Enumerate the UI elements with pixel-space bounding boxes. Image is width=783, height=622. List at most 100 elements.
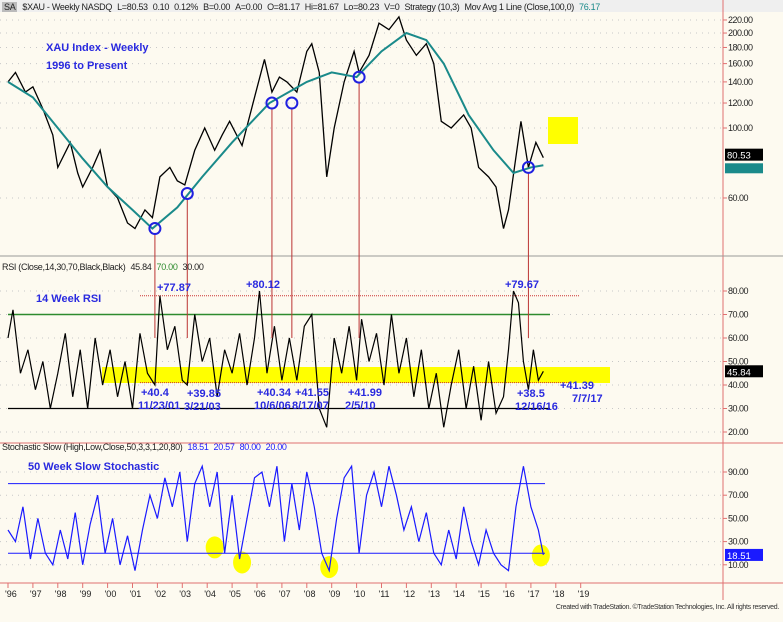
rsi-last-tag: 45.84 bbox=[727, 367, 751, 378]
rsi-annotation-value: +39.85 bbox=[187, 388, 221, 400]
rsi-tick-label: 30.00 bbox=[728, 404, 749, 414]
stoch-os: 20.00 bbox=[265, 442, 287, 452]
rsi-annotation-value: +40.4 bbox=[141, 387, 170, 399]
rsi-annotation-value: +41.55 bbox=[295, 387, 329, 399]
rsi-annotation-value: +41.39 bbox=[560, 380, 594, 392]
x-tick-label: '11 bbox=[379, 589, 390, 599]
rsi-os: 30.00 bbox=[182, 262, 204, 272]
price-tick-label: 180.00 bbox=[728, 42, 753, 52]
stoch-last-tag: 18.51 bbox=[727, 551, 751, 562]
rsi-annotation-date: 11/23/01 bbox=[138, 400, 180, 412]
pct-change: 0.12% bbox=[174, 2, 199, 12]
rsi-tick-label: 50.00 bbox=[728, 357, 749, 367]
price-header: SA $XAU - Weekly NASDQ L=80.53 0.10 0.12% B=0… bbox=[2, 2, 605, 12]
x-tick-label: '17 bbox=[528, 589, 540, 599]
x-tick-label: '02 bbox=[154, 589, 166, 599]
rsi-label: RSI (Close,14,30,70,Black,Black) bbox=[2, 262, 126, 272]
stoch-tick-label: 30.00 bbox=[728, 537, 749, 547]
credit: Created with TradeStation. ©TradeStation… bbox=[555, 604, 779, 611]
x-tick-label: '96 bbox=[5, 589, 17, 599]
rsi-title: 14 Week RSI bbox=[36, 293, 101, 305]
x-tick-label: '16 bbox=[503, 589, 515, 599]
ma-value: 76.17 bbox=[578, 2, 601, 12]
symbol-title: $XAU - Weekly NASDQ bbox=[22, 2, 113, 12]
x-tick-label: '15 bbox=[478, 589, 490, 599]
strategy-label: Strategy (10,3) bbox=[404, 2, 460, 12]
symbol-badge[interactable]: SA bbox=[2, 2, 18, 12]
stoch-tick-label: 50.00 bbox=[728, 513, 749, 523]
price-tick-label: 220.00 bbox=[728, 15, 753, 25]
rsi-annotation-date: 12/16/16 bbox=[515, 401, 558, 413]
bid: B=0.00 bbox=[203, 2, 231, 12]
x-tick-label: '08 bbox=[304, 589, 316, 599]
price-title: XAU Index - Weekly bbox=[46, 42, 149, 54]
x-tick-label: '00 bbox=[105, 589, 117, 599]
x-tick-label: '10 bbox=[354, 589, 366, 599]
x-tick-label: '07 bbox=[279, 589, 291, 599]
rsi-tick-label: 20.00 bbox=[728, 427, 749, 437]
price-tick-label: 140.00 bbox=[728, 77, 753, 87]
x-tick-label: '12 bbox=[403, 589, 415, 599]
rsi-tick-label: 80.00 bbox=[728, 286, 749, 296]
rsi-annotation-date: 7/7/17 bbox=[572, 393, 603, 405]
rsi-tick-label: 60.00 bbox=[728, 333, 749, 343]
high: Hi=81.67 bbox=[304, 2, 339, 12]
rsi-tick-label: 70.00 bbox=[728, 310, 749, 320]
x-tick-label: '09 bbox=[329, 589, 341, 599]
x-tick-label: '14 bbox=[453, 589, 465, 599]
volume: V=0 bbox=[384, 2, 400, 12]
tradestation-chart: 220.00 200.00 180.00 160.00 140.00 120.00 100.… bbox=[0, 0, 783, 622]
stoch-highlight bbox=[205, 536, 224, 559]
rsi-annotation-value: +77.87 bbox=[157, 282, 191, 294]
stochastic-series bbox=[7, 464, 544, 573]
price-tick-label: 200.00 bbox=[728, 28, 753, 38]
chart-svg[interactable]: 220.00 200.00 180.00 160.00 140.00 120.00 100.… bbox=[0, 0, 783, 622]
x-tick-label: '98 bbox=[55, 589, 67, 599]
stoch-ob: 80.00 bbox=[239, 442, 261, 452]
rsi-annotation-value: +41.99 bbox=[348, 387, 382, 399]
rsi-tick-label: 40.00 bbox=[728, 380, 749, 390]
x-tick-label: '13 bbox=[428, 589, 440, 599]
stoch-header: Stochastic Slow (High,Low,Close,50,3,3,1… bbox=[2, 442, 292, 452]
stoch-label: Stochastic Slow (High,Low,Close,50,3,3,1… bbox=[2, 442, 183, 452]
x-tick-label: '19 bbox=[578, 589, 590, 599]
x-tick-label: '05 bbox=[229, 589, 241, 599]
stoch-k: 18.51 bbox=[187, 442, 209, 452]
stoch-d: 20.57 bbox=[213, 442, 235, 452]
rsi-annotation-value: +40.34 bbox=[257, 387, 292, 399]
stoch-tick-label: 90.00 bbox=[728, 467, 749, 477]
x-tick-label: '18 bbox=[553, 589, 565, 599]
low: Lo=80.23 bbox=[343, 2, 380, 12]
x-tick-label: '01 bbox=[130, 589, 142, 599]
rsi-annotation-value: +38.5 bbox=[517, 388, 545, 400]
rsi-annotation-value: +80.12 bbox=[246, 279, 280, 291]
rsi-annotation-date: 3/21/03 bbox=[184, 401, 221, 413]
ma-tag-bg bbox=[725, 163, 763, 174]
change: 0.10 bbox=[152, 2, 170, 12]
stoch-title: 50 Week Slow Stochastic bbox=[28, 461, 159, 473]
price-subtitle: 1996 to Present bbox=[46, 60, 128, 72]
stoch-tick-label: 70.00 bbox=[728, 490, 749, 500]
x-tick-label: '99 bbox=[80, 589, 92, 599]
price-highlight bbox=[548, 117, 578, 144]
price-tick-label: 120.00 bbox=[728, 98, 753, 108]
price-tick-label: 100.00 bbox=[728, 123, 753, 133]
x-tick-label: '03 bbox=[179, 589, 191, 599]
last-price: L=80.53 bbox=[117, 2, 148, 12]
rsi-ob: 70.00 bbox=[156, 262, 178, 272]
x-tick-label: '04 bbox=[204, 589, 216, 599]
rsi-value: 45.84 bbox=[130, 262, 152, 272]
rsi-annotation-date: 10/6/06 bbox=[254, 400, 291, 412]
marker-circle bbox=[180, 186, 194, 200]
price-tick-label: 60.00 bbox=[728, 193, 749, 203]
stoch-highlight bbox=[233, 551, 252, 574]
ask: A=0.00 bbox=[235, 2, 263, 12]
stoch-highlight bbox=[531, 544, 550, 567]
price-last-tag: 80.53 bbox=[727, 151, 751, 162]
rsi-header: RSI (Close,14,30,70,Black,Black) 45.84 70.… bbox=[2, 262, 209, 272]
rsi-annotation-value: +79.67 bbox=[505, 279, 539, 291]
rsi-annotation-date: 8/17/07 bbox=[292, 400, 329, 412]
rsi-annotation-date: 2/5/10 bbox=[345, 400, 376, 412]
x-tick-label: '06 bbox=[254, 589, 266, 599]
ma-label: Mov Avg 1 Line (Close,100,0) bbox=[464, 2, 574, 12]
